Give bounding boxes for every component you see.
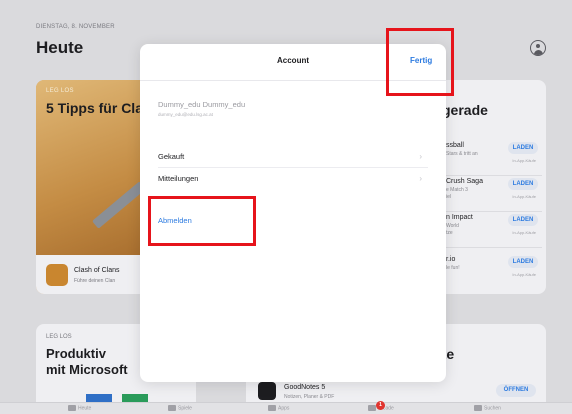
tab-bar: Heute Spiele Apps Arcade Suchen — [0, 402, 572, 414]
card-title: 5 Tipps für Cla — [46, 100, 143, 116]
purchased-row[interactable]: Gekauft › — [158, 148, 428, 168]
date-label: DIENSTAG, 8. NOVEMBER — [36, 24, 115, 30]
in-app-label: In-App-Käufe — [512, 158, 536, 163]
list-item[interactable]: Crush Saga e Match 3 iel LADEN In-App-Kä… — [446, 178, 542, 212]
chevron-right-icon: › — [419, 152, 422, 161]
list-item[interactable]: r.io le fun! LADEN In-App-Käufe — [446, 256, 542, 290]
account-name[interactable]: Dummy_edu Dummy_edu — [158, 100, 245, 109]
highlight-box-done — [386, 28, 454, 96]
row-label: Mitteilungen — [158, 174, 199, 183]
list-item[interactable]: n Impact World tze LADEN In-App-Käufe — [446, 214, 542, 248]
app-subtitle: Führe deinen Clan — [74, 278, 116, 284]
in-app-label: In-App-Käufe — [512, 194, 536, 199]
get-button[interactable]: LADEN — [508, 256, 538, 268]
arcade-icon — [368, 405, 376, 411]
list-item[interactable]: ssball Stars & tritt an LADEN In-App-Käu… — [446, 142, 542, 176]
page-title: Heute — [36, 38, 84, 57]
layers-icon — [268, 405, 276, 411]
app-name: GoodNotes 5 — [284, 384, 326, 391]
tab-label: Heute — [78, 405, 92, 412]
app-name: Crush Saga — [446, 178, 483, 185]
get-button[interactable]: LADEN — [508, 142, 538, 154]
row-label: Gekauft — [158, 152, 185, 161]
app-name: r.io — [446, 256, 456, 263]
featured-card[interactable]: LEG LOS 5 Tipps für Cla Clash of Clans F… — [36, 80, 154, 294]
in-app-label: In-App-Käufe — [512, 230, 536, 235]
tab-today[interactable]: Heute — [68, 405, 91, 411]
app-subtitle: World tze — [446, 223, 459, 236]
in-app-label: In-App-Käufe — [512, 272, 536, 277]
clash-of-clans-app-icon — [46, 264, 68, 286]
tab-label: Suchen — [484, 405, 501, 412]
tab-games[interactable]: Spiele — [168, 405, 192, 411]
highlight-box-sign-out — [148, 196, 256, 246]
get-button[interactable]: LADEN — [508, 214, 538, 226]
goodnotes-app-icon — [258, 382, 276, 400]
app-name: n Impact — [446, 214, 473, 221]
tab-apps[interactable]: Apps — [268, 405, 289, 411]
card-kicker: LEG LOS — [46, 88, 74, 94]
tab-label: Apps — [278, 405, 290, 412]
card-title: gerade — [442, 102, 488, 118]
search-icon — [474, 405, 482, 411]
get-button[interactable]: LADEN — [508, 178, 538, 190]
chevron-right-icon: › — [419, 174, 422, 183]
notifications-row[interactable]: Mitteilungen › — [158, 170, 428, 190]
app-subtitle: le fun! — [446, 265, 460, 271]
card-app-strip: Clash of Clans Führe deinen Clan — [36, 255, 154, 294]
notification-badge: 1 — [376, 401, 385, 410]
account-icon[interactable] — [530, 40, 546, 56]
app-subtitle: Stars & tritt an — [446, 151, 478, 157]
tab-search[interactable]: Suchen — [474, 405, 501, 411]
app-subtitle: Notizen, Planer & PDF — [284, 394, 335, 400]
card-kicker: LEG LOS — [46, 334, 72, 340]
app-name: ssball — [446, 142, 464, 149]
app-subtitle: e Match 3 iel — [446, 187, 468, 200]
tab-label: Spiele — [178, 405, 192, 412]
today-icon — [68, 405, 76, 411]
rocket-icon — [168, 405, 176, 411]
open-button[interactable]: ÖFFNEN — [496, 384, 536, 397]
app-name: Clash of Clans — [74, 267, 120, 274]
account-email: dummy_edu@edu.lsg.ac.at — [158, 112, 213, 117]
